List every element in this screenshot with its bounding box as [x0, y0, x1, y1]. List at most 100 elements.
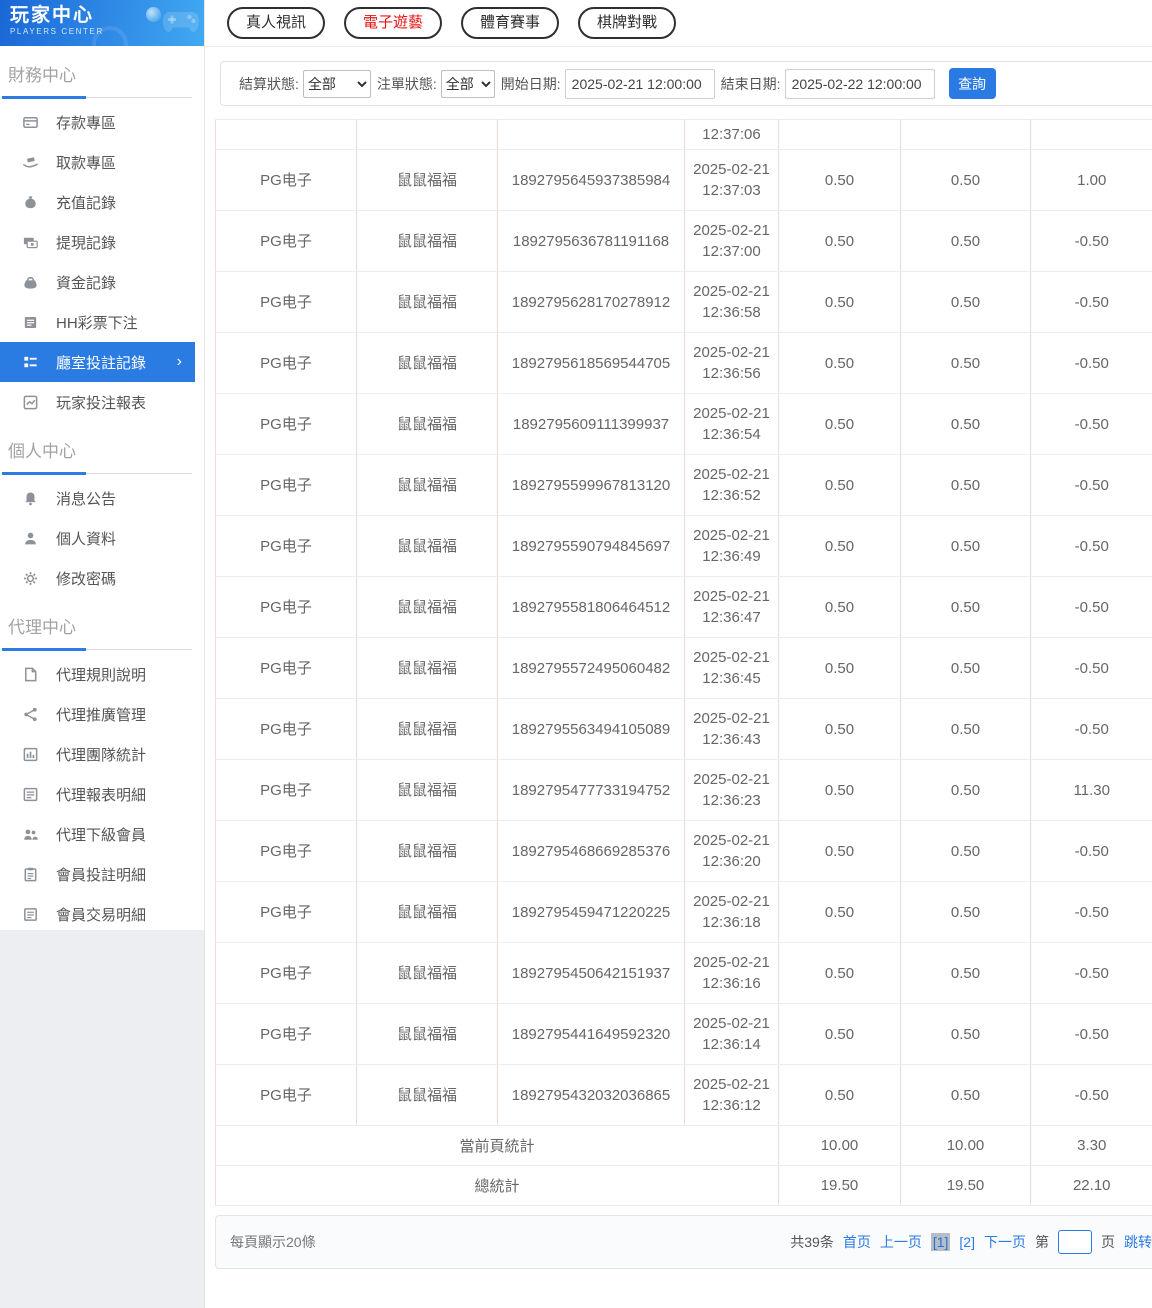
cell-order: 1892795572495060482	[497, 637, 685, 699]
cell-time: 2025-02-21 12:36:54	[684, 393, 779, 455]
gear-icon	[22, 570, 39, 587]
cell-order: 1892795450642151937	[497, 942, 685, 1004]
cell-time: 2025-02-21 12:37:03	[684, 149, 779, 211]
sidebar-item-clipboard[interactable]: 會員投註明細	[0, 854, 195, 894]
sidebar-item-cash[interactable]: 提現記錄	[0, 222, 195, 262]
sidebar-item-label: 資金記錄	[56, 274, 117, 292]
settle-status-select[interactable]: 全部	[302, 69, 371, 98]
cell-game: PG电子	[215, 271, 357, 333]
sidebar-item-document[interactable]: 代理規則說明	[0, 654, 195, 694]
bet-records-table: 12:37:06 PG电子 鼠鼠福福 1892795645937385984 2025-…	[215, 119, 1152, 1206]
end-date-input[interactable]	[784, 68, 935, 99]
cell-player: 鼠鼠福福	[356, 576, 498, 638]
gamepad-icon	[160, 6, 202, 41]
table-row: PG电子 鼠鼠福福 1892795468669285376 2025-02-21 12:…	[215, 820, 1152, 882]
cell-player: 鼠鼠福福	[356, 1003, 498, 1065]
sidebar-item-gear[interactable]: 修改密碼	[0, 558, 195, 598]
table-row: PG电子 鼠鼠福福 1892795590794845697 2025-02-21 12:…	[215, 515, 1152, 577]
tab-電子遊藝[interactable]: 電子遊藝	[344, 7, 443, 39]
cell-bet	[778, 119, 901, 150]
sidebar-item-bet-record[interactable]: 廳室投註記錄 ›	[0, 342, 195, 382]
table-row: PG电子 鼠鼠福福 1892795599967813120 2025-02-21 12:…	[215, 454, 1152, 516]
cell-player: 鼠鼠福福	[356, 1064, 498, 1126]
tab-棋牌對戰[interactable]: 棋牌對戰	[578, 7, 677, 39]
jump-page-input[interactable]	[1058, 1230, 1092, 1254]
page-link-1[interactable]: [1]	[930, 1233, 951, 1251]
filter-bar: 結算狀態: 全部 注單狀態: 全部 開始日期: 結束日期: 查詢	[220, 61, 1152, 106]
sidebar-item-bell[interactable]: 消息公告	[0, 478, 195, 518]
cell-bet: 0.50	[778, 576, 901, 638]
prev-page-link[interactable]: 上一页	[880, 1232, 922, 1252]
chevron-right-icon: ›	[176, 353, 182, 370]
sidebar-item-report-detail[interactable]: 代理報表明細	[0, 774, 195, 814]
cell-bet: 0.50	[778, 332, 901, 394]
cell-time: 2025-02-21 12:36:47	[684, 576, 779, 638]
cell-game: PG电子	[215, 942, 357, 1004]
cell-result: -0.50	[1030, 332, 1152, 394]
cell-valid: 0.50	[900, 210, 1031, 272]
sidebar-section-title: 財務中心	[2, 61, 192, 99]
cell-time: 2025-02-21 12:36:56	[684, 332, 779, 394]
cell-order: 1892795468669285376	[497, 820, 685, 882]
cell-time: 2025-02-21 12:36:58	[684, 271, 779, 333]
cell-game: PG电子	[215, 210, 357, 272]
cell-bet: 0.50	[778, 515, 901, 577]
cell-bet: 0.50	[778, 210, 901, 272]
cell-player: 鼠鼠福福	[356, 393, 498, 455]
sidebar-item-report-chart[interactable]: 玩家投注報表	[0, 382, 195, 422]
cell-player: 鼠鼠福福	[356, 637, 498, 699]
cell-player: 鼠鼠福福	[356, 149, 498, 211]
cell-time: 2025-02-21 12:36:45	[684, 637, 779, 699]
page-link-2[interactable]: [2]	[959, 1234, 975, 1250]
sidebar-section-title: 個人中心	[2, 437, 192, 475]
sidebar-item-people[interactable]: 代理下級會員	[0, 814, 195, 854]
order-status-select[interactable]: 全部	[440, 69, 495, 98]
sidebar-item-person[interactable]: 個人資料	[0, 518, 195, 558]
tab-體育賽事[interactable]: 體育賽事	[461, 7, 560, 39]
cell-player: 鼠鼠福福	[356, 210, 498, 272]
cell-order: 1892795459471220225	[497, 881, 685, 943]
sidebar-section-label: 代理中心	[8, 618, 76, 637]
pagination-controls: 共39条 首页 上一页 [1] [2] 下一页 第 页 跳转	[790, 1230, 1152, 1254]
sidebar-item-label: 會員投註明細	[56, 866, 147, 884]
cell-result: -0.50	[1030, 698, 1152, 760]
cell-time: 2025-02-21 12:36:14	[684, 1003, 779, 1065]
jump-suffix-label: 页	[1101, 1234, 1115, 1250]
sidebar-item-label: 玩家投注報表	[56, 394, 147, 412]
cell-valid: 0.50	[900, 576, 1031, 638]
cell-game: PG电子	[215, 820, 357, 882]
cell-valid: 0.50	[900, 637, 1031, 699]
sidebar-item-team-chart[interactable]: 代理團隊統計	[0, 734, 195, 774]
search-button[interactable]: 查詢	[948, 68, 996, 99]
cell-time: 2025-02-21 12:36:12	[684, 1064, 779, 1126]
cell-result: 11.30	[1030, 759, 1152, 821]
sidebar-item-transaction-list[interactable]: 會員交易明細	[0, 894, 195, 934]
sidebar-item-purse[interactable]: 資金記錄	[0, 262, 195, 302]
sidebar-item-withdraw-hand[interactable]: 取款專區	[0, 142, 195, 182]
table-row: PG电子 鼠鼠福福 1892795432032036865 2025-02-21 12:…	[215, 1064, 1152, 1126]
sidebar-item-money-bag[interactable]: 充值記錄	[0, 182, 195, 222]
first-page-link[interactable]: 首页	[843, 1232, 871, 1252]
sidebar-item-deposit-card[interactable]: 存款專區	[0, 102, 195, 142]
tab-真人視訊[interactable]: 真人視訊	[227, 7, 326, 39]
jump-button[interactable]: 跳转	[1124, 1232, 1152, 1252]
sidebar-item-label: 取款專區	[56, 154, 117, 172]
bet-records-table-wrap: 12:37:06 PG电子 鼠鼠福福 1892795645937385984 2025-…	[215, 119, 1152, 1206]
cell-valid: 0.50	[900, 515, 1031, 577]
sidebar-item-lottery-list[interactable]: HH彩票下注	[0, 302, 195, 342]
cell-order: 1892795441649592320	[497, 1003, 685, 1065]
sidebar-item-share[interactable]: 代理推廣管理	[0, 694, 195, 734]
cell-order	[497, 119, 685, 150]
cell-result: -0.50	[1030, 881, 1152, 943]
sidebar-item-label: 消息公告	[56, 490, 117, 508]
cell-order: 1892795609111399937	[497, 393, 685, 455]
cell-player: 鼠鼠福福	[356, 881, 498, 943]
start-date-input[interactable]	[564, 68, 715, 99]
sidebar-item-label: 代理團隊統計	[56, 746, 147, 764]
summary-valid: 19.50	[900, 1165, 1031, 1206]
cell-valid: 0.50	[900, 1003, 1031, 1065]
next-page-link[interactable]: 下一页	[984, 1232, 1026, 1252]
page-size-label: 每頁顯示20條	[230, 1234, 316, 1250]
cell-time: 2025-02-21 12:36:43	[684, 698, 779, 760]
cell-player: 鼠鼠福福	[356, 820, 498, 882]
